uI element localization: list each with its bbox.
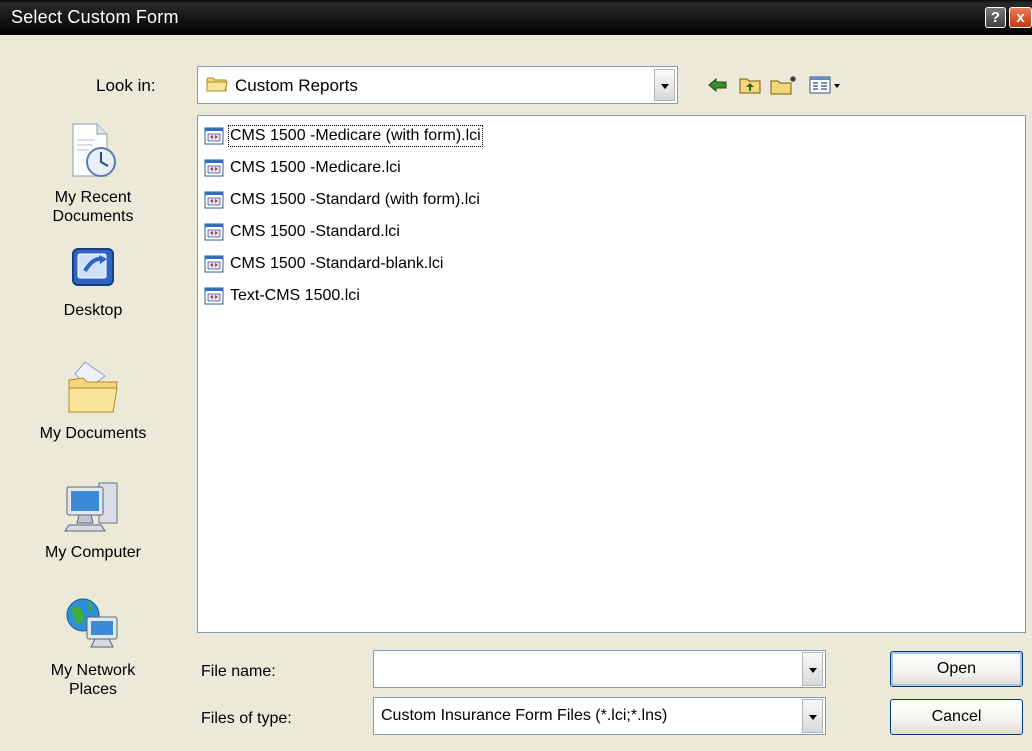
back-arrow-icon[interactable] [707,74,729,96]
new-folder-icon[interactable] [769,74,799,96]
recent-documents-icon [72,123,116,177]
my-documents-icon [68,361,118,413]
window-title: Select Custom Form [11,7,179,27]
cancel-button[interactable]: Cancel [890,699,1023,735]
place-label: My Network Places [50,662,136,698]
file-name-label: File name: [201,663,276,680]
place-label: My Computer [44,544,142,561]
place-my-documents[interactable]: My Documents [0,358,186,443]
files-of-type-label: Files of type: [201,710,292,727]
form-file-icon [204,159,224,177]
look-in-label: Look in: [96,76,156,95]
desktop-icon [72,248,114,286]
place-label: My Recent Documents [52,189,134,225]
list-item[interactable]: CMS 1500 -Standard.lci [203,220,401,244]
place-my-network-places[interactable]: My Network Places [0,593,186,699]
files-of-type-value: Custom Insurance Form Files (*.lci;*.lns… [381,707,668,724]
title-bar[interactable]: Select Custom Form ? x [0,0,1032,35]
up-one-level-icon[interactable] [738,74,762,96]
file-name: CMS 1500 -Medicare (with form).lci [228,125,483,147]
file-name: CMS 1500 -Standard-blank.lci [230,255,444,272]
file-name: CMS 1500 -Standard.lci [230,223,400,240]
close-icon: x [1016,9,1025,26]
place-desktop[interactable]: Desktop [0,245,186,320]
file-list[interactable]: CMS 1500 -Medicare (with form).lci CMS 1… [197,115,1026,633]
file-name: CMS 1500 -Medicare.lci [230,159,401,176]
list-item[interactable]: Text-CMS 1500.lci [203,284,361,308]
file-name-input[interactable] [373,650,826,688]
help-button[interactable]: ? [985,7,1006,28]
file-name: CMS 1500 -Standard (with form).lci [230,191,480,208]
list-item[interactable]: CMS 1500 -Medicare (with form).lci [203,124,483,148]
form-file-icon [204,191,224,209]
view-menu-icon[interactable] [808,74,842,96]
chevron-down-icon[interactable] [654,69,675,101]
list-item[interactable]: CMS 1500 -Medicare.lci [203,156,402,180]
place-my-computer[interactable]: My Computer [0,477,186,562]
close-button[interactable]: x [1009,7,1032,28]
form-file-icon [204,255,224,273]
help-icon: ? [990,9,1001,26]
open-button[interactable]: Open [890,651,1023,687]
place-label: My Documents [39,425,147,442]
files-of-type-dropdown[interactable]: Custom Insurance Form Files (*.lci;*.lns… [373,697,826,735]
place-recent-documents[interactable]: My Recent Documents [0,120,186,226]
chevron-down-icon[interactable] [802,699,823,733]
place-label: Desktop [63,302,123,319]
chevron-down-icon[interactable] [802,652,823,686]
network-places-icon [66,598,118,648]
form-file-icon [204,223,224,241]
folder-icon [206,77,228,92]
file-name: Text-CMS 1500.lci [230,287,360,304]
list-item[interactable]: CMS 1500 -Standard (with form).lci [203,188,481,212]
look-in-dropdown[interactable]: Custom Reports [197,66,678,104]
my-computer-icon [64,482,118,532]
look-in-value: Custom Reports [235,76,358,95]
form-file-icon [204,127,224,145]
list-item[interactable]: CMS 1500 -Standard-blank.lci [203,252,444,276]
select-custom-form-dialog: Select Custom Form ? x Look in: Custom R… [0,0,1032,751]
form-file-icon [204,287,224,305]
